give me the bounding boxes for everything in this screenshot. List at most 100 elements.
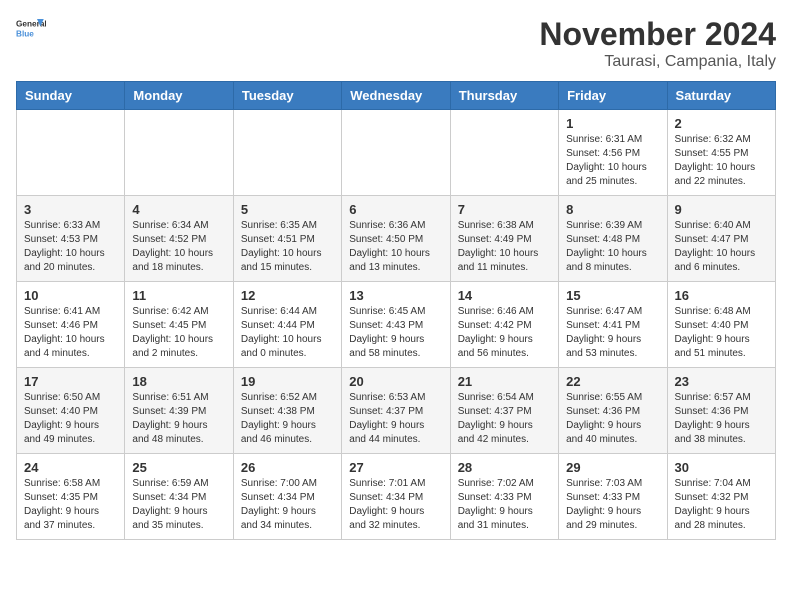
calendar-cell: 22 Sunrise: 6:55 AM Sunset: 4:36 PM Dayli…: [559, 368, 667, 454]
calendar-cell: 6 Sunrise: 6:36 AM Sunset: 4:50 PM Daylig…: [342, 196, 450, 282]
calendar-cell: 7Sunrise: 6:38 AM Sunset: 4:49 PM Daylig…: [450, 196, 558, 282]
day-number: 13: [349, 288, 442, 303]
day-info: Sunrise: 7:01 AM Sunset: 4:34 PM Dayligh…: [349, 477, 442, 533]
day-number: 5: [241, 202, 334, 217]
day-info: Sunrise: 6:39 AM Sunset: 4:48 PM Dayligh…: [566, 219, 659, 275]
day-number: 15: [566, 288, 659, 303]
day-number: 6: [349, 202, 442, 217]
calendar-week-row: 1 Sunrise: 6:31 AM Sunset: 4:56 PM Daylig…: [17, 110, 776, 196]
day-info: Sunrise: 6:59 AM Sunset: 4:34 PM Dayligh…: [132, 477, 225, 533]
day-number: 21: [458, 374, 551, 389]
title-block: November 2024 Taurasi, Campania, Italy: [539, 16, 776, 71]
day-info: Sunrise: 7:02 AM Sunset: 4:33 PM Dayligh…: [458, 477, 551, 533]
calendar-cell: [17, 110, 125, 196]
day-number: 4: [132, 202, 225, 217]
day-info: Sunrise: 6:31 AM Sunset: 4:56 PM Dayligh…: [566, 133, 659, 189]
day-info: Sunrise: 6:32 AM Sunset: 4:55 PM Dayligh…: [675, 133, 768, 189]
day-number: 24: [24, 460, 117, 475]
calendar-cell: [233, 110, 341, 196]
weekday-header-friday: Friday: [559, 82, 667, 110]
calendar-location: Taurasi, Campania, Italy: [539, 53, 776, 71]
day-info: Sunrise: 6:38 AM Sunset: 4:49 PM Dayligh…: [458, 219, 551, 275]
weekday-header-row: SundayMondayTuesdayWednesdayThursdayFrid…: [17, 82, 776, 110]
logo-icon: GeneralBlue: [16, 16, 46, 46]
calendar-cell: 4 Sunrise: 6:34 AM Sunset: 4:52 PM Daylig…: [125, 196, 233, 282]
calendar-cell: 10 Sunrise: 6:41 AM Sunset: 4:46 PM Dayli…: [17, 282, 125, 368]
weekday-header-tuesday: Tuesday: [233, 82, 341, 110]
calendar-cell: 2 Sunrise: 6:32 AM Sunset: 4:55 PM Daylig…: [667, 110, 775, 196]
calendar-cell: 24 Sunrise: 6:58 AM Sunset: 4:35 PM Dayli…: [17, 454, 125, 540]
day-info: Sunrise: 6:46 AM Sunset: 4:42 PM Dayligh…: [458, 305, 551, 361]
day-info: Sunrise: 7:00 AM Sunset: 4:34 PM Dayligh…: [241, 477, 334, 533]
calendar-cell: 23 Sunrise: 6:57 AM Sunset: 4:36 PM Dayli…: [667, 368, 775, 454]
calendar-cell: 20 Sunrise: 6:53 AM Sunset: 4:37 PM Dayli…: [342, 368, 450, 454]
calendar-cell: 13 Sunrise: 6:45 AM Sunset: 4:43 PM Dayli…: [342, 282, 450, 368]
weekday-header-saturday: Saturday: [667, 82, 775, 110]
day-number: 10: [24, 288, 117, 303]
day-info: Sunrise: 6:34 AM Sunset: 4:52 PM Dayligh…: [132, 219, 225, 275]
calendar-cell: 1 Sunrise: 6:31 AM Sunset: 4:56 PM Daylig…: [559, 110, 667, 196]
calendar-week-row: 24 Sunrise: 6:58 AM Sunset: 4:35 PM Dayli…: [17, 454, 776, 540]
calendar-cell: 18Sunrise: 6:51 AM Sunset: 4:39 PM Dayli…: [125, 368, 233, 454]
calendar-week-row: 3Sunrise: 6:33 AM Sunset: 4:53 PM Daylig…: [17, 196, 776, 282]
calendar-cell: 11 Sunrise: 6:42 AM Sunset: 4:45 PM Dayli…: [125, 282, 233, 368]
day-number: 27: [349, 460, 442, 475]
calendar-table: SundayMondayTuesdayWednesdayThursdayFrid…: [16, 81, 776, 540]
day-number: 9: [675, 202, 768, 217]
page-header: GeneralBlue November 2024 Taurasi, Campa…: [16, 16, 776, 71]
day-number: 1: [566, 116, 659, 131]
calendar-cell: 29 Sunrise: 7:03 AM Sunset: 4:33 PM Dayli…: [559, 454, 667, 540]
calendar-cell: [125, 110, 233, 196]
calendar-week-row: 17 Sunrise: 6:50 AM Sunset: 4:40 PM Dayli…: [17, 368, 776, 454]
day-info: Sunrise: 6:50 AM Sunset: 4:40 PM Dayligh…: [24, 391, 117, 447]
day-number: 29: [566, 460, 659, 475]
day-info: Sunrise: 6:53 AM Sunset: 4:37 PM Dayligh…: [349, 391, 442, 447]
calendar-cell: 12 Sunrise: 6:44 AM Sunset: 4:44 PM Dayli…: [233, 282, 341, 368]
day-info: Sunrise: 6:35 AM Sunset: 4:51 PM Dayligh…: [241, 219, 334, 275]
calendar-cell: 25 Sunrise: 6:59 AM Sunset: 4:34 PM Dayli…: [125, 454, 233, 540]
weekday-header-monday: Monday: [125, 82, 233, 110]
day-info: Sunrise: 6:52 AM Sunset: 4:38 PM Dayligh…: [241, 391, 334, 447]
day-info: Sunrise: 6:58 AM Sunset: 4:35 PM Dayligh…: [24, 477, 117, 533]
day-info: Sunrise: 6:54 AM Sunset: 4:37 PM Dayligh…: [458, 391, 551, 447]
day-info: Sunrise: 6:57 AM Sunset: 4:36 PM Dayligh…: [675, 391, 768, 447]
calendar-cell: 3Sunrise: 6:33 AM Sunset: 4:53 PM Daylig…: [17, 196, 125, 282]
calendar-cell: 5 Sunrise: 6:35 AM Sunset: 4:51 PM Daylig…: [233, 196, 341, 282]
day-info: Sunrise: 6:44 AM Sunset: 4:44 PM Dayligh…: [241, 305, 334, 361]
day-number: 25: [132, 460, 225, 475]
weekday-header-wednesday: Wednesday: [342, 82, 450, 110]
day-number: 11: [132, 288, 225, 303]
day-number: 14: [458, 288, 551, 303]
calendar-cell: 30Sunrise: 7:04 AM Sunset: 4:32 PM Dayli…: [667, 454, 775, 540]
day-info: Sunrise: 6:48 AM Sunset: 4:40 PM Dayligh…: [675, 305, 768, 361]
day-info: Sunrise: 6:55 AM Sunset: 4:36 PM Dayligh…: [566, 391, 659, 447]
day-number: 30: [675, 460, 768, 475]
weekday-header-sunday: Sunday: [17, 82, 125, 110]
calendar-cell: 21 Sunrise: 6:54 AM Sunset: 4:37 PM Dayli…: [450, 368, 558, 454]
day-number: 8: [566, 202, 659, 217]
calendar-cell: 26Sunrise: 7:00 AM Sunset: 4:34 PM Dayli…: [233, 454, 341, 540]
day-number: 22: [566, 374, 659, 389]
calendar-cell: 9Sunrise: 6:40 AM Sunset: 4:47 PM Daylig…: [667, 196, 775, 282]
day-number: 23: [675, 374, 768, 389]
day-info: Sunrise: 6:33 AM Sunset: 4:53 PM Dayligh…: [24, 219, 117, 275]
calendar-cell: 27 Sunrise: 7:01 AM Sunset: 4:34 PM Dayli…: [342, 454, 450, 540]
day-number: 17: [24, 374, 117, 389]
day-info: Sunrise: 6:42 AM Sunset: 4:45 PM Dayligh…: [132, 305, 225, 361]
day-number: 19: [241, 374, 334, 389]
day-info: Sunrise: 6:36 AM Sunset: 4:50 PM Dayligh…: [349, 219, 442, 275]
calendar-title: November 2024: [539, 16, 776, 53]
weekday-header-thursday: Thursday: [450, 82, 558, 110]
day-info: Sunrise: 6:47 AM Sunset: 4:41 PM Dayligh…: [566, 305, 659, 361]
day-info: Sunrise: 7:03 AM Sunset: 4:33 PM Dayligh…: [566, 477, 659, 533]
calendar-cell: 14 Sunrise: 6:46 AM Sunset: 4:42 PM Dayli…: [450, 282, 558, 368]
day-number: 2: [675, 116, 768, 131]
calendar-cell: [450, 110, 558, 196]
calendar-cell: 28Sunrise: 7:02 AM Sunset: 4:33 PM Dayli…: [450, 454, 558, 540]
logo: GeneralBlue: [16, 16, 46, 46]
day-number: 20: [349, 374, 442, 389]
day-info: Sunrise: 6:45 AM Sunset: 4:43 PM Dayligh…: [349, 305, 442, 361]
calendar-cell: 17 Sunrise: 6:50 AM Sunset: 4:40 PM Dayli…: [17, 368, 125, 454]
day-info: Sunrise: 6:41 AM Sunset: 4:46 PM Dayligh…: [24, 305, 117, 361]
day-number: 12: [241, 288, 334, 303]
